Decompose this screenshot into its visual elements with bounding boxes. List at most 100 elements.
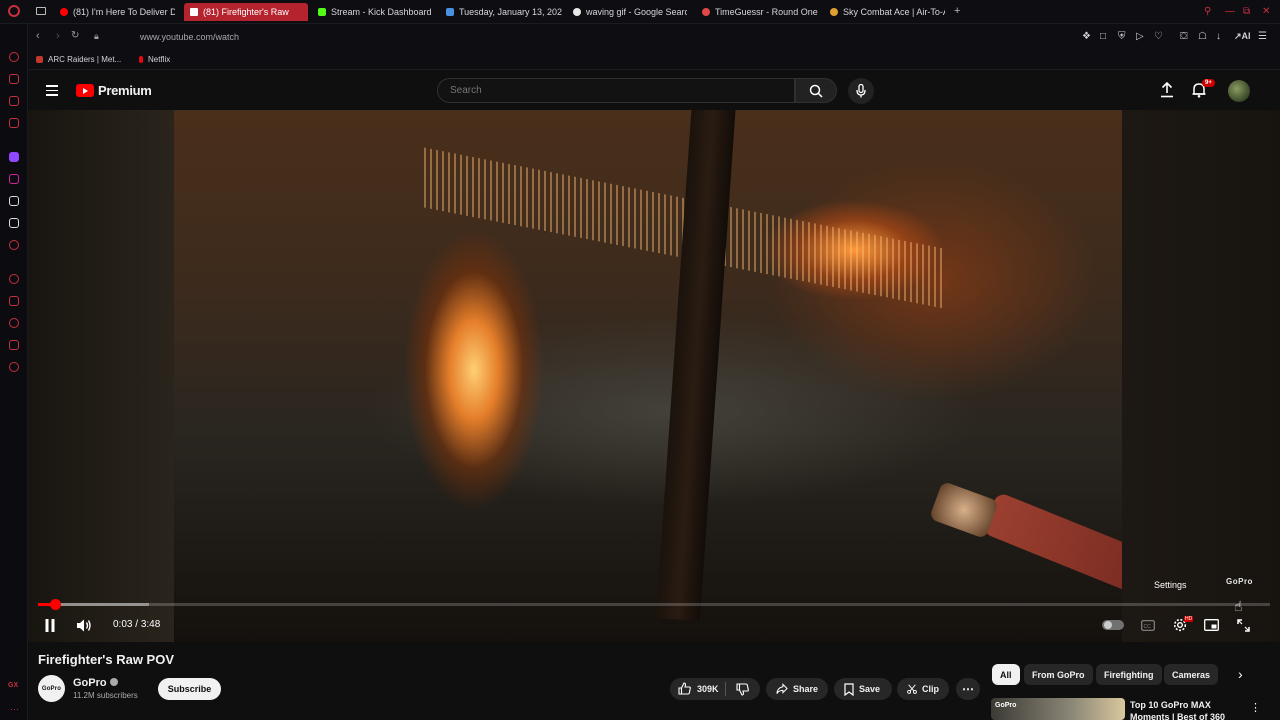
subtitles-button[interactable]: CC [1140, 615, 1156, 635]
gx-news-icon[interactable] [9, 96, 19, 106]
opera-gx-logo-icon[interactable] [8, 5, 20, 17]
chips-next-icon[interactable]: › [1238, 666, 1243, 682]
tab-youtube-deliver[interactable]: (81) I'm Here To Deliver Da [60, 3, 175, 21]
screenshot-icon[interactable]: □ [1100, 31, 1106, 42]
video-frame[interactable] [174, 110, 1147, 642]
duration: 3:48 [140, 619, 161, 630]
new-tab-button[interactable]: + [954, 5, 960, 17]
heart-icon[interactable]: ♡ [1154, 31, 1163, 42]
volume-icon [76, 619, 91, 631]
search-input[interactable] [438, 79, 794, 102]
player-icon[interactable]: ▷ [1136, 31, 1144, 42]
clip-button[interactable]: Clip [897, 678, 949, 700]
download-icon[interactable]: ↓ [1216, 31, 1221, 42]
progress-bar[interactable] [38, 599, 1270, 610]
restore-icon[interactable]: ⧉ [1243, 6, 1250, 17]
gx-control-icon[interactable] [9, 52, 19, 62]
more-actions-button[interactable]: ⋯ [956, 678, 980, 700]
thumbs-down-icon [736, 683, 749, 696]
settings-tooltip: Settings [1154, 580, 1187, 590]
history-icon[interactable] [9, 318, 19, 328]
video-nozzle [928, 480, 1000, 540]
search-box [437, 78, 795, 103]
like-divider [725, 682, 726, 696]
upload-icon [1161, 81, 1173, 98]
tab-google-search[interactable]: waving gif - Google Searc [573, 3, 687, 21]
channel-avatar[interactable]: GoPro [38, 675, 65, 702]
gx-shape-icon[interactable] [9, 296, 19, 306]
puzzle-icon[interactable]: ⛋ [1180, 31, 1188, 42]
tab-kick-dashboard[interactable]: Stream - Kick Dashboard [318, 3, 436, 21]
tab-calendar[interactable]: Tuesday, January 13, 202 [446, 3, 562, 21]
captions-icon: CC [1141, 619, 1155, 631]
back-icon[interactable]: ‹ [36, 30, 40, 42]
search-button[interactable] [795, 78, 837, 103]
gx-play-icon[interactable] [9, 274, 19, 284]
miniplayer-icon [1203, 619, 1219, 631]
pause-button[interactable] [40, 615, 60, 635]
fullscreen-icon [1236, 618, 1250, 632]
tab-sky-combat-ace[interactable]: Sky Combat Ace | Air-To-A [830, 3, 945, 21]
channel-avatar-text: GoPro [41, 685, 62, 692]
netflix-favicon-icon [139, 56, 143, 63]
chip-firefighting[interactable]: Firefighting [1096, 664, 1162, 685]
bookmark-arc-raiders[interactable]: ARC Raiders | Met... [36, 55, 121, 64]
search-tabs-icon[interactable]: ⚲ [1204, 6, 1211, 17]
vpn-shield-icon[interactable]: ⛨ [1118, 31, 1126, 42]
x-twitter-icon[interactable] [9, 218, 19, 228]
close-icon[interactable]: ✕ [1262, 6, 1270, 17]
settings-icon[interactable] [9, 362, 19, 372]
create-button[interactable] [1160, 81, 1174, 103]
recommendation-title[interactable]: Top 10 GoPro MAX Moments | Best of 360 [1130, 699, 1238, 720]
video-pole [655, 110, 737, 621]
chip-cameras[interactable]: Cameras [1164, 664, 1219, 685]
bookmark-netflix[interactable]: Netflix [139, 55, 170, 64]
gopro-watermark[interactable]: GoPro [1226, 577, 1253, 586]
gx-music-icon[interactable] [9, 118, 19, 128]
like-button[interactable]: 309K [678, 682, 719, 695]
extensions-icon[interactable] [9, 340, 19, 350]
video-letterbox-left [28, 110, 174, 642]
gx-logo-icon[interactable]: GX [8, 682, 18, 689]
twitch-icon[interactable] [9, 152, 19, 162]
save-button[interactable]: Save [834, 678, 892, 700]
more-horizontal-icon: ⋯ [962, 682, 974, 696]
tab-timeguessr[interactable]: TimeGuessr - Round One [702, 3, 820, 21]
url-field[interactable]: www.youtube.com/watch [140, 32, 239, 42]
clip-label: Clip [922, 684, 939, 694]
hamburger-menu-icon[interactable] [46, 85, 58, 96]
miniplayer-button[interactable] [1202, 615, 1220, 635]
tiktok-icon[interactable] [9, 196, 19, 206]
address-bar: ‹ › ↻ 🔒︎ www.youtube.com/watch ❖ □ ⛨ ▷ ♡… [28, 24, 1280, 50]
bookmark-label: Netflix [148, 55, 171, 64]
video-player[interactable]: Settings GoPro 0:03 / 3:48 CC HD ☝︎ [28, 110, 1280, 642]
autoplay-toggle[interactable] [1102, 620, 1124, 630]
chip-from-gopro[interactable]: From GoPro [1024, 664, 1093, 685]
minimize-icon[interactable]: — [1225, 6, 1235, 17]
wallet-icon[interactable]: ☖ [1198, 31, 1207, 42]
account-avatar[interactable] [1228, 80, 1250, 102]
tab-island-icon[interactable] [36, 7, 46, 15]
recommendation-menu-icon[interactable]: ⋮ [1250, 701, 1261, 714]
mute-button[interactable] [74, 615, 94, 635]
gx-corner-icon[interactable] [9, 74, 19, 84]
share-button[interactable]: Share [766, 678, 828, 700]
voice-search-button[interactable] [848, 78, 874, 104]
forward-icon[interactable]: › [56, 30, 60, 42]
more-icon[interactable]: ⋯ [10, 704, 19, 715]
tab-label: TimeGuessr - Round One [715, 7, 818, 17]
menu-icon[interactable]: ☰ [1258, 31, 1267, 42]
tab-youtube-firefighter[interactable]: (81) Firefighter's Raw [184, 3, 308, 21]
chip-all[interactable]: All [992, 664, 1020, 685]
gx-player-icon[interactable] [9, 240, 19, 250]
recommendation-thumbnail[interactable]: GoPro [991, 698, 1125, 720]
subscribe-button[interactable]: Subscribe [158, 678, 221, 700]
channel-name[interactable]: GoPro [73, 677, 118, 689]
ai-button[interactable]: ↗AI [1234, 31, 1251, 42]
dislike-button[interactable] [736, 683, 749, 701]
youtube-premium-logo[interactable]: Premium [76, 83, 152, 98]
snapshot-icon[interactable]: ❖ [1082, 31, 1091, 42]
instagram-icon[interactable] [9, 174, 19, 184]
fullscreen-button[interactable] [1234, 615, 1252, 635]
reload-icon[interactable]: ↻ [71, 30, 79, 41]
